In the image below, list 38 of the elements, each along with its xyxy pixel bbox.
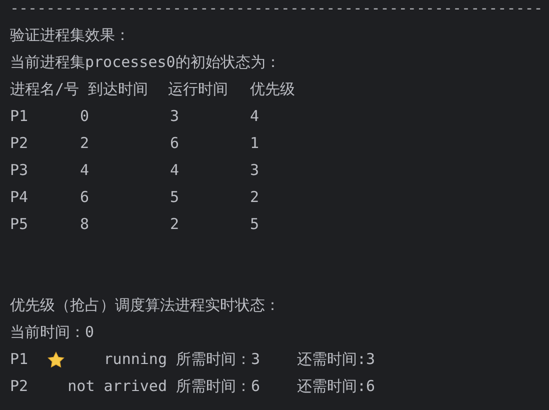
table-cell-text: 3 — [250, 160, 260, 181]
table-cell-text: 4 — [80, 160, 90, 181]
table-cell-text: 2 — [170, 214, 180, 235]
column-header: 到达时间 — [88, 79, 149, 100]
table-cell-text: P4 — [10, 187, 30, 208]
table-cell-text: P5 — [10, 214, 30, 235]
output-line: 当前进程集processes0的初始状态为： — [10, 52, 282, 73]
table-cell-text: 2 — [80, 133, 90, 154]
table-cell-text: 2 — [250, 187, 260, 208]
table-cell-text: 1 — [250, 133, 260, 154]
column-header: 运行时间 — [168, 79, 229, 100]
process-name: P1 — [10, 349, 30, 370]
star-icon — [47, 350, 65, 368]
remaining-time: 还需时间:3 — [297, 349, 376, 370]
needed-time: 所需时间：3 — [176, 349, 262, 370]
remaining-time: 还需时间:6 — [297, 376, 376, 397]
column-header: 优先级 — [250, 79, 296, 100]
table-cell-text: 5 — [170, 187, 180, 208]
process-state: running — [104, 349, 167, 370]
column-header: 进程名/号 — [10, 79, 80, 100]
current-time: 当前时间：0 — [10, 322, 96, 343]
table-cell-text: 8 — [80, 214, 90, 235]
status-title: 优先级（抢占）调度算法进程实时状态： — [10, 295, 281, 316]
table-cell-text: 3 — [170, 106, 180, 127]
process-name: P2 — [10, 376, 30, 397]
table-cell-text: P1 — [10, 106, 30, 127]
table-cell-text: 5 — [250, 214, 260, 235]
table-cell-text: 6 — [170, 133, 180, 154]
output-line: 验证进程集效果： — [10, 25, 131, 46]
table-cell-text: 0 — [80, 106, 90, 127]
table-cell-text: P2 — [10, 133, 30, 154]
table-cell-text: P3 — [10, 160, 30, 181]
table-cell-text: 6 — [80, 187, 90, 208]
table-cell-text: 4 — [250, 106, 260, 127]
separator-line: ----------------------------------------------------------- — [10, 0, 544, 19]
process-state: not arrived — [68, 376, 167, 397]
needed-time: 所需时间：6 — [176, 376, 262, 397]
table-cell-text: 4 — [170, 160, 180, 181]
